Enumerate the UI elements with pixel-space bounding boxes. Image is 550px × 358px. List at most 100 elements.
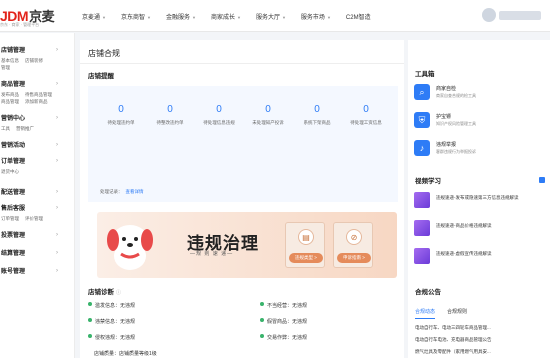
- sidebar-group-goods[interactable]: 商品管理 › 发布商品 待售商品管理 商品管理 添加新商品: [0, 79, 74, 105]
- sidebar-sub-pending-goods[interactable]: 待售商品管理: [25, 92, 52, 97]
- sidebar-sub-manage[interactable]: 管理: [1, 65, 10, 70]
- record-detail-link[interactable]: 查看详情: [126, 189, 144, 194]
- chevron-down-icon: ▼: [191, 15, 196, 20]
- video-thumbnail: [414, 248, 430, 264]
- chevron-right-icon: ›: [56, 268, 58, 274]
- sidebar-group-store[interactable]: 店铺管理 › 基本信息 店铺装修 管理: [0, 45, 74, 71]
- violation-type-button[interactable]: 违规类型 >: [289, 253, 323, 263]
- sidebar-sub-add-goods[interactable]: 添加新商品: [25, 99, 48, 104]
- tool-desc: 客群违规行为举报投诉: [436, 149, 476, 154]
- sidebar-sub-order-manage[interactable]: 订单管理: [1, 216, 19, 221]
- violation-type-card[interactable]: ▤ 违规类型 >: [285, 222, 325, 268]
- sidebar-item-aftersale[interactable]: 售后客服: [0, 203, 74, 215]
- sidebar-group-delivery[interactable]: 配送管理 ›: [0, 187, 74, 199]
- sidebar-item-store[interactable]: 店铺管理: [0, 45, 74, 57]
- notice-item[interactable]: 燃气灶具及零配件（家用燃气用具安...: [415, 348, 541, 355]
- help-icon[interactable]: ⓘ: [116, 290, 121, 296]
- chevron-down-icon: ▼: [102, 15, 106, 20]
- notice-tabs: 合规动态 合规规则: [415, 308, 479, 319]
- sidebar-group-settlement[interactable]: 结算管理 ›: [0, 248, 74, 260]
- appeal-guide-button[interactable]: 申诉指南 >: [337, 253, 371, 263]
- appeal-guide-card[interactable]: ⊘ 申诉指南 >: [333, 222, 373, 268]
- tab-compliance-news[interactable]: 合规动态: [415, 308, 436, 319]
- avatar[interactable]: [482, 8, 496, 22]
- nav-item-c2m[interactable]: C2M智造: [346, 12, 371, 21]
- sidebar-group-vote[interactable]: 投票管理 ›: [0, 230, 74, 242]
- nav-item-market[interactable]: 服务市场 ▼: [301, 12, 331, 21]
- remind-panel: 0 待处理违约单 0 待整改违约单 0 待处理信息违规 0 未处理知产投诉 0 系统下架商…: [88, 86, 398, 202]
- sidebar-item-orders[interactable]: 订单管理: [0, 156, 74, 168]
- sidebar-item-campaign[interactable]: 营销活动: [0, 140, 74, 152]
- video-item[interactable]: 违规速递-发布或隐速第三方信息违规解读: [414, 192, 544, 212]
- magnifier-icon: ⌕: [414, 84, 430, 100]
- sidebar-group-campaign[interactable]: 营销活动 ›: [0, 140, 74, 152]
- chevron-right-icon: ›: [56, 158, 58, 164]
- nav-item-finance[interactable]: 金融服务 ▼: [166, 12, 196, 21]
- sidebar-item-marketing[interactable]: 营销中心: [0, 113, 74, 125]
- sidebar-sub-tools[interactable]: 工具: [1, 126, 10, 131]
- sidebar-sub-publish[interactable]: 发布商品: [1, 92, 19, 97]
- tab-compliance-rules[interactable]: 合规规则: [447, 308, 467, 319]
- compass-icon: ⊘: [346, 229, 362, 245]
- more-icon[interactable]: [539, 177, 545, 183]
- chevron-down-icon: ▼: [236, 15, 241, 20]
- tool-self-check[interactable]: ⌕ 商家自检 商家自查合规的检工具: [414, 84, 534, 106]
- sidebar-item-delivery[interactable]: 配送管理: [0, 187, 74, 199]
- video-item[interactable]: 违规速递-虚假宣传违规解读: [414, 248, 544, 268]
- stat-delisted[interactable]: 0 系统下架商品: [292, 104, 342, 126]
- sidebar-group-marketing[interactable]: 营销中心 › 工具 营销推广: [0, 113, 74, 132]
- notice-item[interactable]: 电动自行车电池、充电器商品管理公告: [415, 336, 541, 343]
- stat-wage-info[interactable]: 0 待处理工资信息: [341, 104, 391, 126]
- document-icon: ▤: [298, 229, 314, 245]
- logo-subtitle: 京东 · 商家 · 管理平台: [0, 22, 40, 27]
- chevron-right-icon: ›: [56, 47, 58, 53]
- stat-rectify[interactable]: 0 待整改违约单: [145, 104, 195, 126]
- sidebar-sub-decoration[interactable]: 店铺装修: [25, 58, 43, 63]
- sidebar-item-settlement[interactable]: 结算管理: [0, 248, 74, 260]
- toolbox-title: 工具箱: [415, 71, 435, 78]
- diag-item: 交易作弊：无违规: [260, 334, 307, 341]
- video-thumbnail: [414, 220, 430, 236]
- diag-item: 违禁信息：无违规: [88, 318, 135, 325]
- user-name-blurred[interactable]: [499, 11, 541, 20]
- stat-ip-complaint[interactable]: 0 未处理知产投诉: [243, 104, 293, 126]
- remind-section-title: 店铺提醒: [88, 73, 114, 80]
- status-dot-icon: [88, 302, 92, 306]
- sidebar-sub-basic-info[interactable]: 基本信息: [1, 58, 19, 63]
- sidebar-group-aftersale[interactable]: 售后客服 › 订单管理 评价管理: [0, 203, 74, 222]
- sidebar-sub-promotion[interactable]: 营销推广: [16, 126, 34, 131]
- sidebar-group-orders[interactable]: 订单管理 › 退货中心: [0, 156, 74, 175]
- banner-subtitle: —规 则 速 递—: [190, 251, 234, 257]
- store-quality-level: 店铺质量：店铺质量等级1级: [94, 351, 157, 357]
- sidebar-sub-goods-manage[interactable]: 商品管理: [1, 99, 19, 104]
- sidebar-item-account[interactable]: 账号管理: [0, 266, 74, 278]
- video-item[interactable]: 违规速递-商品价格违规解读: [414, 220, 544, 240]
- notice-item[interactable]: 电动自行车、电动三四轮车商品管理...: [415, 324, 541, 331]
- sidebar-sub-review-manage[interactable]: 评价管理: [25, 216, 43, 221]
- stat-info-violation[interactable]: 0 待处理信息违规: [194, 104, 244, 126]
- top-bar: JDM京麦 京东 · 商家 · 管理平台 京麦通 ▼ 京东商智 ▼ 金融服务 ▼ 商家…: [0, 0, 550, 32]
- sidebar-item-vote[interactable]: 投票管理: [0, 230, 74, 242]
- stat-pending-violation[interactable]: 0 待处理违约单: [96, 104, 146, 126]
- tool-desc: 知识产权风险管理工具: [436, 121, 476, 126]
- nav-item-jmt[interactable]: 京麦通 ▼: [82, 12, 106, 21]
- tool-guard[interactable]: ⛨ 护宝镖 知识产权风险管理工具: [414, 112, 534, 134]
- nav-item-shangzhi[interactable]: 京东商智 ▼: [121, 12, 151, 21]
- nav-item-service-hall[interactable]: 服务大厅 ▼: [256, 12, 286, 21]
- divider: [80, 63, 404, 64]
- chevron-down-icon: ▼: [147, 15, 151, 20]
- bell-icon: ♪: [414, 140, 430, 156]
- chevron-right-icon: ›: [56, 142, 58, 148]
- video-thumbnail: [414, 192, 430, 208]
- nav-item-growth[interactable]: 商家成长 ▼: [211, 12, 241, 21]
- status-dot-icon: [260, 302, 264, 306]
- diag-item: 侵权违规：无违规: [88, 334, 135, 341]
- sidebar-sub-returns[interactable]: 退货中心: [1, 169, 19, 174]
- sidebar-group-account[interactable]: 账号管理 ›: [0, 266, 74, 278]
- right-panel: 工具箱 ⌕ 商家自检 商家自查合规的检工具 ⛨ 护宝镖 知识产权风险管理工具 ♪…: [408, 40, 550, 358]
- chevron-right-icon: ›: [56, 189, 58, 195]
- sidebar-item-goods[interactable]: 商品管理: [0, 79, 74, 91]
- tool-report[interactable]: ♪ 违规举报 客群违规行为举报投诉: [414, 140, 534, 162]
- main-panel: 店铺合规 店铺提醒 0 待处理违约单 0 待整改违约单 0 待处理信息违规 0 未处理知…: [80, 40, 404, 358]
- violation-banner[interactable]: 违规治理 —规 则 速 递— ▤ 违规类型 > ⊘ 申诉指南 >: [97, 212, 397, 278]
